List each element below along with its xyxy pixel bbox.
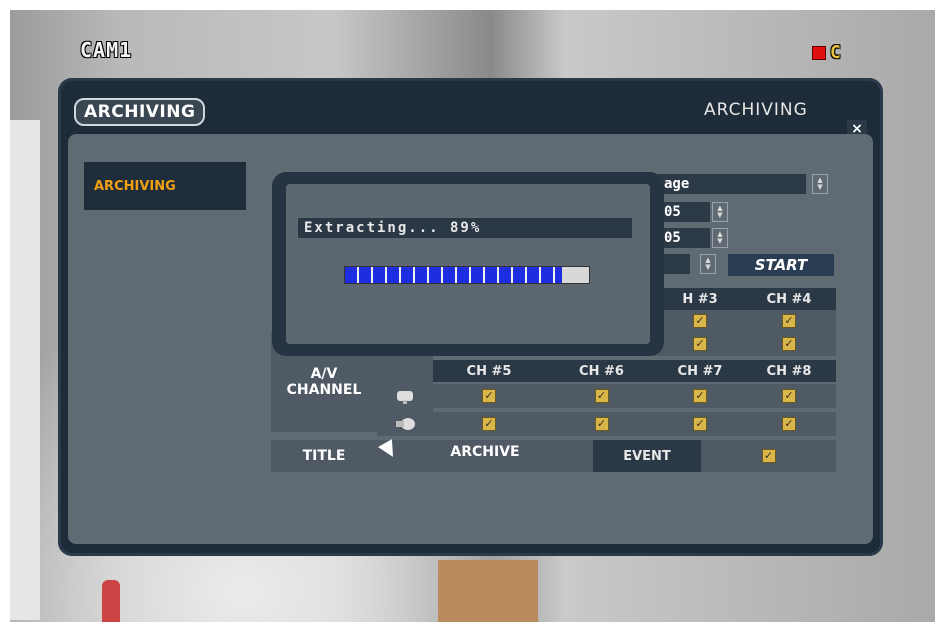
audio-icon bbox=[377, 412, 433, 436]
background-box bbox=[438, 560, 538, 622]
channel-header-6: CH #6 bbox=[545, 360, 658, 382]
start-time-spinner[interactable]: ▲ ▼ bbox=[712, 202, 728, 222]
progress-bar-fill bbox=[345, 267, 563, 283]
audio-cell-ch4: ✓ bbox=[742, 332, 836, 356]
background-wall bbox=[10, 120, 40, 620]
chevron-down-icon: ▼ bbox=[717, 211, 723, 219]
event-cell: ✓ bbox=[701, 440, 836, 472]
chevron-down-icon: ▼ bbox=[705, 263, 711, 271]
video-cell-ch5: ✓ bbox=[433, 384, 545, 408]
background-extinguisher bbox=[102, 580, 120, 622]
chevron-down-icon: ▼ bbox=[817, 183, 823, 191]
range-spinner[interactable]: ▲ ▼ bbox=[700, 254, 716, 274]
storage-spinner[interactable]: ▲ ▼ bbox=[812, 174, 828, 194]
video-checkbox-ch8[interactable]: ✓ bbox=[782, 389, 796, 403]
video-cell-ch8: ✓ bbox=[742, 384, 836, 408]
audio-checkbox-ch5[interactable]: ✓ bbox=[482, 417, 496, 431]
window-title: ARCHIVING bbox=[704, 100, 808, 120]
video-cell-ch3: ✓ bbox=[658, 310, 742, 332]
sidebar-item-archiving[interactable]: ARCHIVING bbox=[84, 162, 246, 210]
progress-status-text: Extracting... 89% bbox=[298, 218, 632, 238]
audio-cell-ch3: ✓ bbox=[658, 332, 742, 356]
audio-cell-ch5: ✓ bbox=[433, 412, 545, 436]
video-checkbox-ch5[interactable]: ✓ bbox=[482, 389, 496, 403]
audio-cell-ch7: ✓ bbox=[658, 412, 742, 436]
recording-indicator: C bbox=[812, 42, 841, 63]
video-checkbox-ch6[interactable]: ✓ bbox=[594, 389, 609, 403]
event-label: EVENT bbox=[593, 440, 701, 472]
video-cell-ch4: ✓ bbox=[742, 310, 836, 332]
video-checkbox-ch7[interactable]: ✓ bbox=[693, 389, 707, 403]
tab-archiving[interactable]: ARCHIVING bbox=[74, 98, 206, 126]
audio-checkbox-ch6[interactable]: ✓ bbox=[594, 417, 609, 431]
video-cell-ch6: ✓ bbox=[545, 384, 658, 408]
window-header: ARCHIVING ARCHIVING × bbox=[58, 78, 883, 138]
chevron-down-icon: ▼ bbox=[717, 237, 723, 245]
end-time-spinner[interactable]: ▲ ▼ bbox=[712, 228, 728, 248]
end-time-field[interactable]: 05 bbox=[658, 228, 710, 248]
record-dot-icon bbox=[812, 45, 826, 60]
audio-checkbox-ch3[interactable]: ✓ bbox=[693, 337, 707, 351]
channel-header-4: CH #4 bbox=[742, 288, 836, 310]
channel-header-3: H #3 bbox=[658, 288, 742, 310]
audio-checkbox-ch7[interactable]: ✓ bbox=[693, 417, 707, 431]
progress-dialog: Extracting... 89% bbox=[272, 172, 664, 356]
title-label: TITLE bbox=[271, 440, 377, 472]
start-button[interactable]: START bbox=[728, 254, 834, 276]
audio-checkbox-ch8[interactable]: ✓ bbox=[782, 417, 796, 431]
video-icon bbox=[377, 384, 433, 408]
camera-label: CAM1 bbox=[80, 38, 133, 62]
audio-cell-ch6: ✓ bbox=[545, 412, 658, 436]
storage-select[interactable]: age bbox=[658, 174, 806, 194]
event-checkbox[interactable]: ✓ bbox=[761, 449, 776, 463]
progress-bar bbox=[344, 266, 590, 284]
audio-cell-ch8: ✓ bbox=[742, 412, 836, 436]
video-cell-ch7: ✓ bbox=[658, 384, 742, 408]
start-time-field[interactable]: 05 bbox=[658, 202, 710, 222]
channel-header-7: CH #7 bbox=[658, 360, 742, 382]
channel-header-8: CH #8 bbox=[742, 360, 836, 382]
audio-checkbox-ch4[interactable]: ✓ bbox=[782, 337, 796, 351]
title-value[interactable]: ARCHIVE bbox=[377, 440, 593, 472]
recording-mode-label: C bbox=[830, 42, 841, 63]
video-checkbox-ch4[interactable]: ✓ bbox=[782, 314, 796, 328]
video-checkbox-ch3[interactable]: ✓ bbox=[693, 314, 707, 328]
channel-header-5: CH #5 bbox=[433, 360, 545, 382]
progress-dialog-body: Extracting... 89% bbox=[286, 184, 650, 344]
